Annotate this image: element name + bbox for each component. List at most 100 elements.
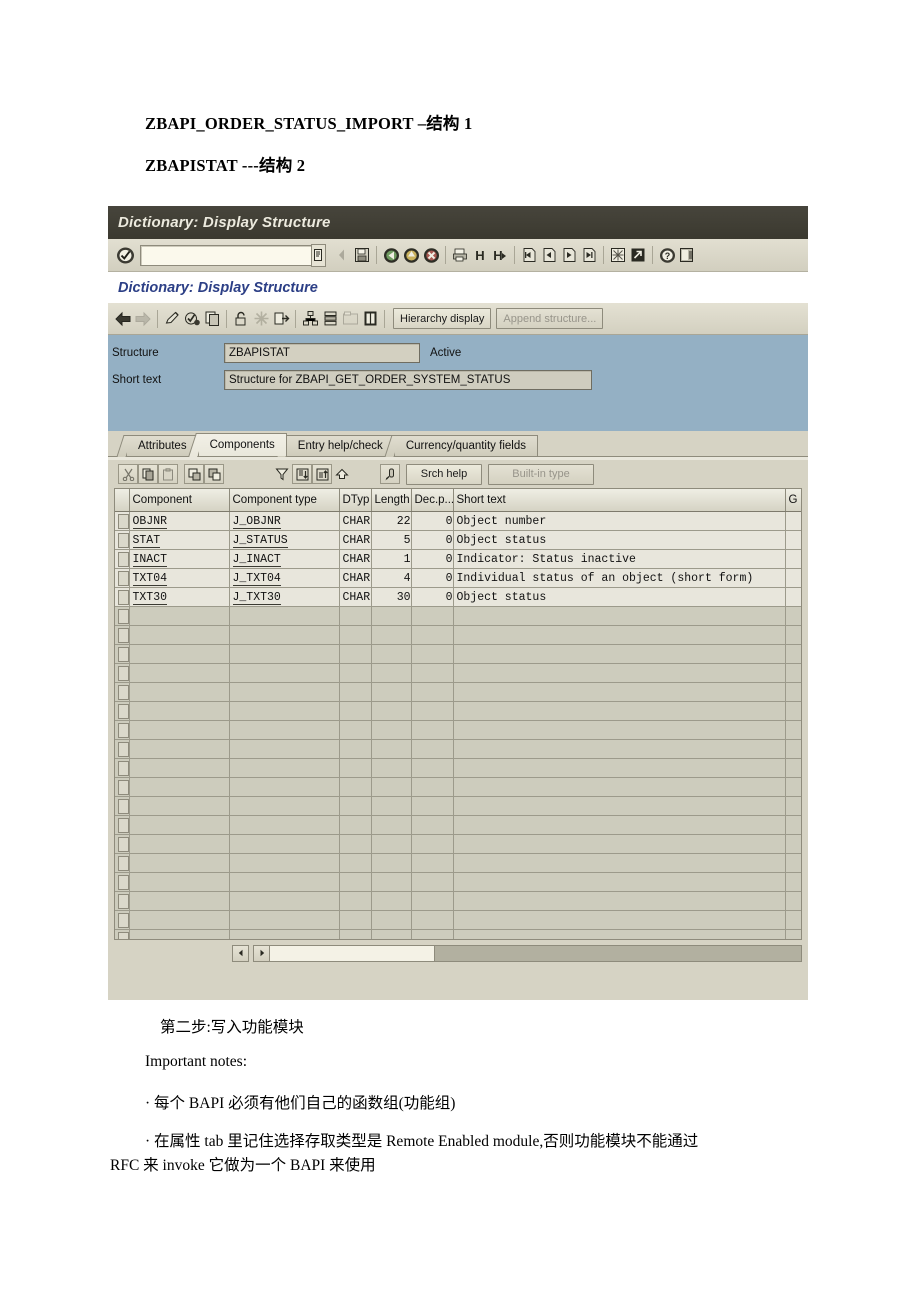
cell-empty[interactable]: [411, 606, 454, 626]
row-selector-box[interactable]: [118, 855, 128, 871]
cell-length[interactable]: 22: [371, 511, 412, 531]
cell-empty[interactable]: [453, 796, 786, 816]
cell-empty[interactable]: [229, 815, 340, 835]
cell-empty[interactable]: [453, 720, 786, 740]
help-icon[interactable]: ?: [657, 245, 677, 265]
cell-empty[interactable]: [371, 682, 412, 702]
scroll-thumb[interactable]: [270, 945, 435, 961]
cell-empty[interactable]: [229, 929, 340, 939]
cell-empty[interactable]: [411, 910, 454, 930]
table-row[interactable]: [115, 891, 801, 911]
cell-empty[interactable]: [411, 872, 454, 892]
cell-decp[interactable]: 0: [411, 587, 454, 607]
row-selector-box[interactable]: [118, 893, 128, 909]
cell-empty[interactable]: [453, 777, 786, 797]
cell-empty[interactable]: [339, 739, 372, 759]
cell-empty[interactable]: [785, 910, 801, 930]
structure-name-input[interactable]: ZBAPISTAT: [224, 343, 420, 363]
row-selector[interactable]: [115, 872, 130, 892]
cell-empty[interactable]: [785, 815, 801, 835]
cell-empty[interactable]: [129, 720, 230, 740]
cell-decp[interactable]: 0: [411, 511, 454, 531]
cell-empty[interactable]: [229, 606, 340, 626]
cell-length[interactable]: 1: [371, 549, 412, 569]
cell-empty[interactable]: [411, 777, 454, 797]
cell-empty[interactable]: [371, 815, 412, 835]
cell-empty[interactable]: [129, 891, 230, 911]
cell-length[interactable]: 4: [371, 568, 412, 588]
cell-empty[interactable]: [129, 872, 230, 892]
delete-row-icon[interactable]: [204, 464, 224, 484]
row-selector-box[interactable]: [118, 760, 128, 776]
cell-empty[interactable]: [411, 796, 454, 816]
create-shortcut-icon[interactable]: [628, 245, 648, 265]
row-selector[interactable]: [115, 853, 130, 873]
cell-empty[interactable]: [229, 663, 340, 683]
cell-empty[interactable]: [129, 853, 230, 873]
exit-back-green-icon[interactable]: [381, 245, 401, 265]
cell-empty[interactable]: [229, 796, 340, 816]
cell-empty[interactable]: [339, 910, 372, 930]
table-row[interactable]: [115, 663, 801, 683]
cell-empty[interactable]: [129, 929, 230, 939]
hierarchy-icon[interactable]: [300, 309, 320, 329]
tab-currency-quantity-fields[interactable]: Currency/quantity fields: [393, 435, 538, 456]
tab-attributes[interactable]: Attributes: [126, 435, 199, 456]
row-selector-box[interactable]: [118, 703, 128, 719]
cell-empty[interactable]: [339, 720, 372, 740]
row-selector-box[interactable]: [118, 665, 128, 681]
cell-empty[interactable]: [785, 891, 801, 911]
table-row[interactable]: [115, 739, 801, 759]
cell-empty[interactable]: [339, 929, 372, 939]
cell-component-type[interactable]: J_INACT: [229, 549, 340, 569]
cell-empty[interactable]: [785, 758, 801, 778]
back-icon[interactable]: [332, 245, 352, 265]
cell-empty[interactable]: [371, 625, 412, 645]
customize-local-layout-icon[interactable]: [677, 245, 697, 265]
first-page-icon[interactable]: [519, 245, 539, 265]
cell-component[interactable]: OBJNR: [129, 511, 230, 531]
row-selector[interactable]: [115, 644, 130, 664]
row-selector[interactable]: [115, 758, 130, 778]
back-arrow-icon[interactable]: [113, 309, 133, 329]
column-header-component[interactable]: Component: [129, 489, 230, 512]
scroll-left-icon[interactable]: [232, 944, 249, 962]
row-selector[interactable]: [115, 777, 130, 797]
row-selector[interactable]: [115, 682, 130, 702]
row-selector-box[interactable]: [118, 646, 128, 662]
cell-empty[interactable]: [339, 853, 372, 873]
cell-component[interactable]: STAT: [129, 530, 230, 550]
cell-empty[interactable]: [371, 606, 412, 626]
documentation-icon[interactable]: [360, 309, 380, 329]
cell-empty[interactable]: [339, 701, 372, 721]
table-row[interactable]: [115, 796, 801, 816]
table-row[interactable]: [115, 644, 801, 664]
row-selector-box[interactable]: [118, 836, 128, 852]
cell-empty[interactable]: [453, 625, 786, 645]
cell-empty[interactable]: [229, 701, 340, 721]
cell-empty[interactable]: [339, 872, 372, 892]
row-selector[interactable]: [115, 568, 130, 588]
row-selector-box[interactable]: [118, 912, 128, 928]
cell-decp[interactable]: 0: [411, 568, 454, 588]
next-page-icon[interactable]: [559, 245, 579, 265]
cell-g[interactable]: [785, 549, 801, 569]
cell-empty[interactable]: [129, 777, 230, 797]
cell-empty[interactable]: [453, 834, 786, 854]
cell-empty[interactable]: [453, 701, 786, 721]
insert-row-icon[interactable]: [184, 464, 204, 484]
cell-empty[interactable]: [411, 663, 454, 683]
row-selector-box[interactable]: [118, 684, 128, 700]
row-selector[interactable]: [115, 891, 130, 911]
cell-empty[interactable]: [453, 910, 786, 930]
select-all-header[interactable]: [115, 489, 130, 512]
cell-short-text[interactable]: Object status: [453, 587, 786, 607]
cell-decp[interactable]: 0: [411, 530, 454, 550]
cell-short-text[interactable]: Object status: [453, 530, 786, 550]
cell-empty[interactable]: [129, 663, 230, 683]
cell-empty[interactable]: [339, 777, 372, 797]
where-used-icon[interactable]: [271, 309, 291, 329]
cell-g[interactable]: [785, 511, 801, 531]
row-selector-box[interactable]: [118, 741, 128, 757]
save-icon[interactable]: [352, 245, 372, 265]
